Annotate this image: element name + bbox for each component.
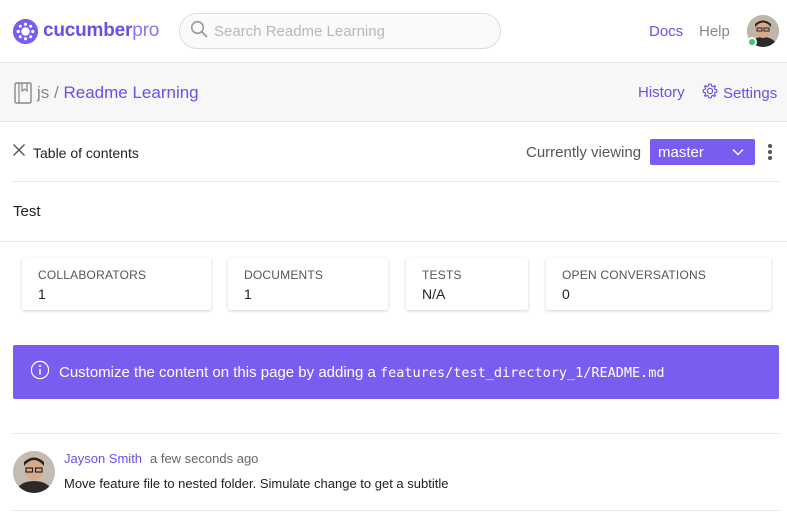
search-input[interactable] xyxy=(214,22,484,40)
stat-label: TESTS xyxy=(422,268,462,282)
commit-message: Move feature file to nested folder. Simu… xyxy=(64,476,449,491)
stat-value: 1 xyxy=(38,286,46,302)
author-avatar[interactable] xyxy=(13,451,55,493)
more-options-icon[interactable] xyxy=(766,144,774,162)
brand-name-bold: cucumber xyxy=(43,20,133,41)
brand-name-light: pro xyxy=(132,20,160,41)
divider xyxy=(13,510,779,511)
stat-label: DOCUMENTS xyxy=(244,268,324,282)
table-of-contents-label: Table of contents xyxy=(33,144,139,161)
info-banner-message: Customize the content on this page by ad… xyxy=(59,363,376,381)
repository-bar: js / Readme Learning History Settings xyxy=(0,63,787,122)
breadcrumb: js / Readme Learning xyxy=(37,83,199,103)
history-link[interactable]: History xyxy=(638,84,685,101)
settings-link[interactable]: Settings xyxy=(702,83,777,103)
info-icon xyxy=(30,360,50,384)
online-status-indicator xyxy=(747,37,757,47)
settings-label: Settings xyxy=(723,84,778,102)
commit-author-link[interactable]: Jayson Smith xyxy=(64,451,142,466)
breadcrumb-owner[interactable]: js xyxy=(37,83,49,102)
stat-card-documents: DOCUMENTS 1 xyxy=(228,258,388,310)
currently-viewing-label: Currently viewing xyxy=(526,144,642,161)
repository-icon xyxy=(14,82,32,109)
divider xyxy=(13,181,779,182)
info-banner-text: Customize the content on this page by ad… xyxy=(59,364,665,381)
cucumber-logo-icon xyxy=(13,18,38,44)
stat-label: OPEN CONVERSATIONS xyxy=(562,268,707,282)
table-of-contents-toggle[interactable]: Table of contents xyxy=(12,143,139,162)
divider xyxy=(0,241,787,242)
search-icon xyxy=(190,20,208,43)
brand-name: cucumberpro xyxy=(43,20,159,42)
stat-value: 1 xyxy=(244,286,252,302)
stat-value: N/A xyxy=(422,286,446,302)
docs-link[interactable]: Docs xyxy=(649,23,683,40)
search-box[interactable] xyxy=(179,13,501,49)
table-of-contents-bar: Table of contents Currently viewing mast… xyxy=(0,122,787,182)
page-title: Test xyxy=(13,203,41,220)
cucumber-pro-logo[interactable]: cucumberpro xyxy=(13,17,159,45)
stat-card-open-conversations: OPEN CONVERSATIONS 0 xyxy=(546,258,771,310)
top-bar: cucumberpro Docs Help xyxy=(0,0,787,63)
stat-label: COLLABORATORS xyxy=(38,268,147,282)
branch-select[interactable]: master xyxy=(650,139,755,165)
stat-card-tests: TESTS N/A xyxy=(406,258,528,310)
branch-select-value: master xyxy=(658,143,704,161)
gear-icon xyxy=(702,83,718,103)
readme-path: features/test_directory_1/README.md xyxy=(380,364,665,381)
breadcrumb-project[interactable]: Readme Learning xyxy=(63,83,198,102)
close-icon xyxy=(12,143,26,162)
chevron-down-icon xyxy=(731,145,745,163)
stat-value: 0 xyxy=(562,286,570,302)
breadcrumb-separator: / xyxy=(54,83,59,102)
commit-timestamp: a few seconds ago xyxy=(150,451,259,466)
divider xyxy=(13,433,779,434)
info-banner: Customize the content on this page by ad… xyxy=(13,345,779,399)
stat-card-collaborators: COLLABORATORS 1 xyxy=(22,258,211,310)
help-link[interactable]: Help xyxy=(699,23,730,40)
